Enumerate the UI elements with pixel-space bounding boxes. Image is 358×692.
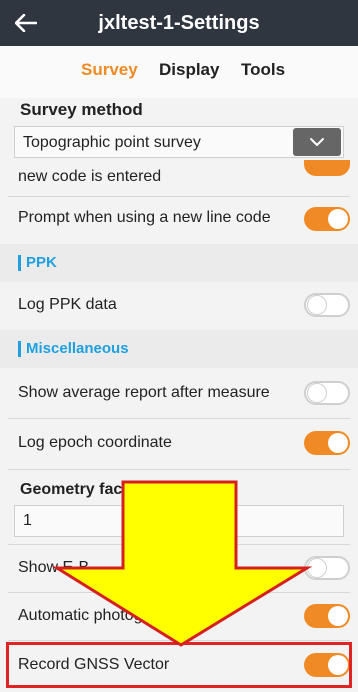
title-bar: jxltest-1-Settings (0, 0, 358, 46)
toggle-knob (328, 433, 348, 453)
survey-method-label: Survey method (20, 100, 143, 119)
toggle-record-gnss-vector[interactable] (304, 653, 350, 677)
toggle-knob (328, 655, 348, 675)
settings-screen: jxltest-1-Settings Survey Display Tools … (0, 0, 358, 692)
survey-method-value: Topographic point survey (23, 134, 201, 151)
setting-row-new-code: new code is entered (0, 160, 358, 196)
toggle-log-epoch[interactable] (304, 431, 350, 455)
toggle-show-eb[interactable] (304, 556, 350, 580)
setting-label: Show E-B (18, 559, 90, 576)
toggle-knob (307, 383, 327, 403)
setting-label: Log epoch coordinate (18, 434, 172, 451)
tab-tools[interactable]: Tools (241, 60, 285, 80)
section-ppk: PPK (0, 244, 358, 282)
dropdown-button[interactable] (293, 128, 341, 156)
toggle-new-code[interactable] (304, 160, 350, 176)
setting-label: Log PPK data (18, 296, 117, 313)
divider (8, 469, 350, 470)
tab-display[interactable]: Display (159, 60, 219, 80)
page-title: jxltest-1-Settings (98, 12, 260, 34)
geometry-factor-label: Geometry fac (20, 481, 123, 498)
setting-label: Automatic photog g (18, 607, 210, 624)
section-title: Miscellaneous (26, 340, 129, 357)
toggle-knob (328, 209, 348, 229)
geometry-factor-input[interactable] (14, 505, 344, 537)
section-miscellaneous: Miscellaneous (0, 330, 358, 368)
setting-row-automatic-photo: Automatic photog g (0, 593, 358, 639)
section-marker (18, 341, 21, 357)
setting-label: Show average report after measure (18, 384, 270, 401)
toggle-average-report[interactable] (304, 381, 350, 405)
setting-row-prompt-line-code: Prompt when using a new line code (0, 197, 358, 242)
setting-label: Record GNSS Vector (18, 656, 170, 673)
setting-row-log-ppk: Log PPK data (0, 282, 358, 328)
section-marker (18, 255, 21, 271)
toggle-knob (307, 558, 327, 578)
setting-label: new code is entered (18, 168, 162, 185)
toggle-automatic-photo[interactable] (304, 604, 350, 628)
section-title: PPK (26, 254, 57, 271)
chevron-down-icon (310, 138, 324, 146)
survey-method-select[interactable]: Topographic point survey (14, 126, 344, 158)
toggle-prompt-line-code[interactable] (304, 207, 350, 231)
tab-survey[interactable]: Survey (81, 60, 138, 80)
setting-row-log-epoch: Log epoch coordinate (0, 419, 358, 467)
setting-row-show-eb: Show E-B (0, 545, 358, 591)
divider (8, 640, 350, 641)
toggle-knob (328, 606, 348, 626)
setting-row-record-gnss-vector: Record GNSS Vector (0, 642, 358, 688)
tab-bar: Survey Display Tools (0, 46, 358, 98)
setting-row-average-report: Show average report after measure (0, 368, 358, 416)
toggle-log-ppk[interactable] (304, 293, 350, 317)
toggle-knob (307, 295, 327, 315)
setting-label: Prompt when using a new line code (18, 209, 271, 226)
